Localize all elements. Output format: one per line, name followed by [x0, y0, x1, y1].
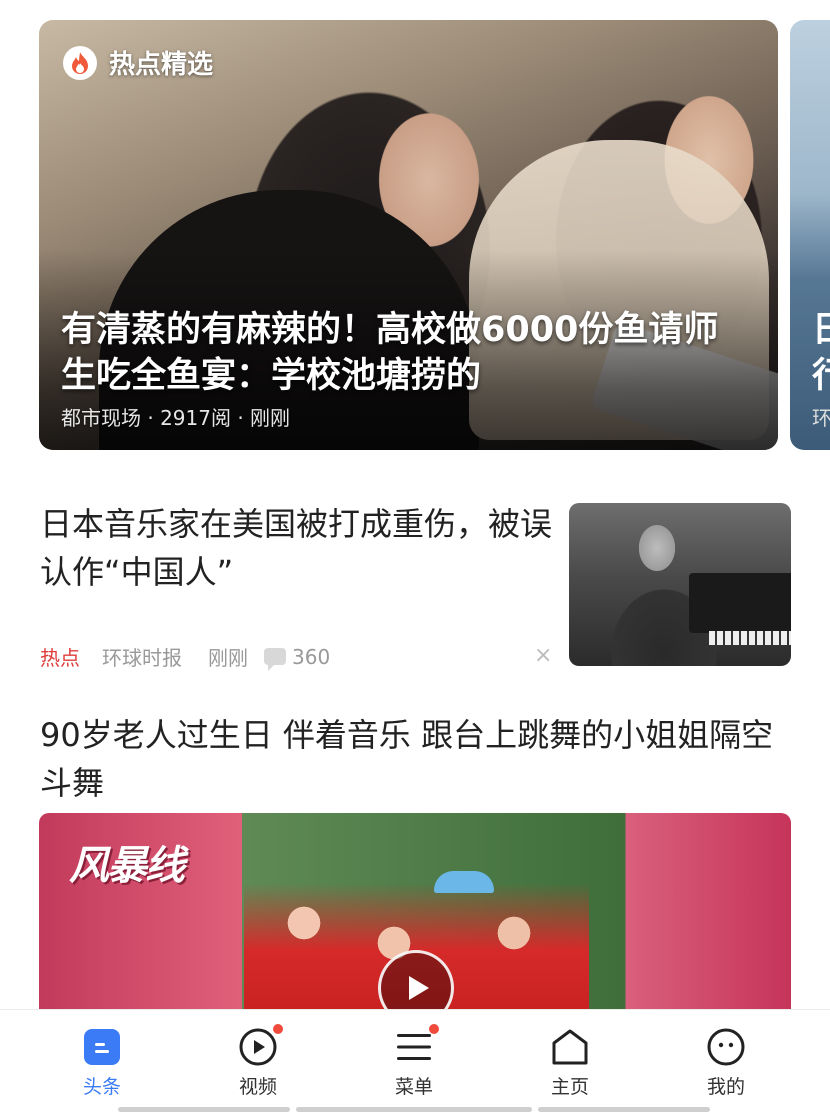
- home-icon: [551, 1028, 589, 1066]
- tab-label: 视频: [238, 1076, 277, 1098]
- home-indicator-segment: [296, 1107, 532, 1112]
- tab-video[interactable]: 视频: [208, 1024, 308, 1099]
- profile-face-icon: [707, 1028, 745, 1066]
- hot-picks-badge: 热点精选: [63, 44, 213, 81]
- menu-icon: [395, 1024, 439, 1066]
- video-article-title[interactable]: 90岁老人过生日 伴着音乐 跟台上跳舞的小姐姐隔空斗舞: [40, 711, 790, 807]
- tab-headlines[interactable]: 头条: [52, 1028, 152, 1099]
- hot-picks-label: 热点精选: [109, 50, 214, 80]
- tab-label: 主页: [550, 1076, 589, 1098]
- dismiss-article-button[interactable]: ×: [534, 643, 552, 668]
- tab-menu[interactable]: 菜单: [364, 1024, 464, 1099]
- hot-carousel-card[interactable]: 热点精选 有清蒸的有麻辣的！高校做6000份鱼请师生吃全鱼宴：学校池塘捞的 都市…: [39, 20, 778, 450]
- thumbnail-piano: [689, 573, 791, 633]
- video-channel-logo: 风暴线: [69, 843, 185, 889]
- home-indicator-segment: [118, 1107, 290, 1112]
- article-thumbnail[interactable]: [569, 503, 791, 666]
- hot-tag: 热点: [40, 646, 80, 670]
- home-indicator-segment: [538, 1107, 710, 1112]
- hot-headline[interactable]: 有清蒸的有麻辣的！高校做6000份鱼请师生吃全鱼宴：学校池塘捞的: [61, 307, 751, 399]
- video-umbrella: [434, 871, 494, 893]
- headline-icon: [83, 1028, 121, 1066]
- article-time: 刚刚: [208, 646, 248, 670]
- hot-headline-meta: 都市现场 · 2917阅 · 刚刚: [61, 406, 291, 430]
- flame-icon: [63, 45, 97, 80]
- tab-label: 我的: [706, 1076, 745, 1098]
- bottom-tab-bar: 头条 视频 菜单 主页 我的: [0, 1010, 830, 1116]
- tab-label: 头条: [82, 1076, 121, 1098]
- notification-dot: [429, 1024, 439, 1034]
- tab-me[interactable]: 我的: [676, 1028, 776, 1099]
- comment-icon: [264, 648, 286, 671]
- notification-dot: [273, 1024, 283, 1034]
- video-play-icon: [239, 1024, 283, 1066]
- article-title[interactable]: 日本音乐家在美国被打成重伤，被误认作“中国人”: [40, 500, 560, 596]
- carousel-next-card[interactable]: 日行 环: [790, 20, 830, 450]
- thumbnail-piano-keys: [709, 631, 791, 645]
- next-card-title: 日行: [812, 310, 830, 396]
- tab-home[interactable]: 主页: [520, 1028, 620, 1099]
- next-card-meta: 环: [812, 406, 830, 430]
- article-source[interactable]: 环球时报: [102, 642, 182, 671]
- video-thumbnail[interactable]: 风暴线: [39, 813, 791, 1033]
- tab-label: 菜单: [394, 1076, 433, 1098]
- article-meta: 热点 环球时报 刚刚 360: [40, 642, 330, 671]
- comment-count: 360: [292, 644, 331, 669]
